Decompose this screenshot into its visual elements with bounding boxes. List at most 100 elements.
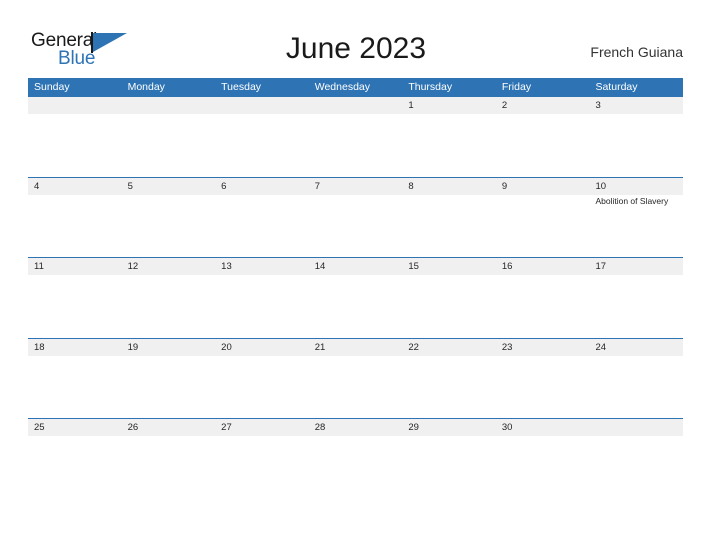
day-cell[interactable]: 12	[122, 258, 216, 275]
day-number: 10	[595, 180, 607, 192]
week-date-band: 18 19 20 21 22 23 24	[28, 338, 683, 356]
week-date-band: 25 26 27 28 29 30	[28, 419, 683, 436]
day-cell[interactable]: 23	[496, 339, 590, 356]
day-event-cell[interactable]	[215, 356, 309, 418]
day-event-cell[interactable]	[28, 356, 122, 418]
day-event-cell[interactable]	[402, 436, 496, 498]
calendar-week-row: 11 12 13 14 15 16 17	[28, 258, 683, 339]
day-cell[interactable]: 19	[122, 339, 216, 356]
day-event-cell[interactable]	[122, 275, 216, 337]
calendar-week-row: 4 5 6 7 8 9 10 Abolition of Slavery	[28, 177, 683, 258]
day-event-cell[interactable]	[496, 356, 590, 418]
day-cell[interactable]	[309, 97, 403, 114]
day-number: 1	[408, 100, 414, 111]
day-event-cell[interactable]	[122, 436, 216, 498]
day-event-cell[interactable]	[309, 275, 403, 337]
day-cell[interactable]	[215, 97, 309, 114]
day-cell[interactable]: 1	[402, 97, 496, 114]
day-cell[interactable]: 3	[589, 97, 683, 114]
day-event-cell[interactable]	[122, 114, 216, 176]
day-cell[interactable]: 30	[496, 419, 590, 436]
day-number: 28	[314, 422, 326, 433]
day-number: 8	[408, 180, 414, 192]
day-cell[interactable]	[589, 419, 683, 436]
day-cell[interactable]: 11	[28, 258, 122, 275]
day-cell[interactable]: 28	[309, 419, 403, 436]
day-cell[interactable]: 15	[402, 258, 496, 275]
day-cell[interactable]: 29	[402, 419, 496, 436]
day-event-cell[interactable]	[309, 436, 403, 498]
day-event-cell-holiday[interactable]: Abolition of Slavery	[589, 195, 683, 257]
day-event-cell[interactable]	[122, 195, 216, 257]
day-number: 7	[314, 180, 321, 192]
day-cell[interactable]: 13	[215, 258, 309, 275]
day-number: 14	[314, 261, 326, 272]
day-event-cell[interactable]	[589, 356, 683, 418]
day-cell[interactable]: 5	[122, 178, 216, 195]
day-event-cell[interactable]	[122, 356, 216, 418]
day-cell[interactable]: 25	[28, 419, 122, 436]
day-cell[interactable]: 17	[589, 258, 683, 275]
day-event-cell[interactable]	[496, 275, 590, 337]
day-cell[interactable]: 2	[496, 97, 590, 114]
day-number: 19	[127, 341, 139, 353]
day-cell[interactable]: 8	[402, 178, 496, 195]
calendar-weekday-header: Sunday Monday Tuesday Wednesday Thursday…	[28, 78, 683, 97]
day-cell[interactable]: 10	[589, 178, 683, 195]
day-event-cell[interactable]	[215, 114, 309, 176]
day-event-cell[interactable]	[28, 114, 122, 176]
day-event-cell[interactable]	[589, 275, 683, 337]
day-number: 18	[34, 341, 45, 353]
week-event-layer: Abolition of Slavery	[28, 194, 683, 257]
day-cell[interactable]: 18	[28, 339, 122, 356]
day-event-cell[interactable]	[28, 195, 122, 257]
weekday-header-sunday: Sunday	[34, 81, 70, 93]
day-event-cell[interactable]	[309, 356, 403, 418]
day-cell[interactable]: 7	[309, 178, 403, 195]
day-cell[interactable]: 20	[215, 339, 309, 356]
day-event-cell[interactable]	[496, 195, 590, 257]
day-event-cell[interactable]	[215, 436, 309, 498]
day-event-cell[interactable]	[402, 275, 496, 337]
day-cell[interactable]: 21	[309, 339, 403, 356]
day-cell[interactable]: 27	[215, 419, 309, 436]
day-number: 20	[221, 341, 232, 353]
day-event-cell[interactable]	[309, 195, 403, 257]
day-event-cell[interactable]	[215, 195, 309, 257]
day-number: 2	[501, 100, 508, 111]
day-cell[interactable]: 9	[496, 178, 590, 195]
day-event-cell[interactable]	[496, 114, 590, 176]
weekday-header-friday: Friday	[501, 81, 532, 93]
day-number: 13	[221, 261, 232, 272]
day-event-cell[interactable]	[402, 356, 496, 418]
day-event-cell[interactable]	[309, 114, 403, 176]
day-event-cell[interactable]	[28, 275, 122, 337]
day-event-cell[interactable]	[402, 195, 496, 257]
day-cell[interactable]	[28, 97, 122, 114]
location-label: French Guiana	[590, 44, 683, 60]
day-cell[interactable]: 24	[589, 339, 683, 356]
day-event-cell[interactable]	[215, 275, 309, 337]
day-event-cell[interactable]	[589, 436, 683, 498]
day-event-cell[interactable]	[496, 436, 590, 498]
day-cell[interactable]: 26	[122, 419, 216, 436]
day-number: 27	[221, 422, 232, 433]
day-number: 21	[314, 341, 326, 353]
weekday-header-tuesday: Tuesday	[221, 81, 262, 93]
week-date-band: 4 5 6 7 8 9 10	[28, 177, 683, 195]
weekday-header-monday: Monday	[127, 81, 165, 93]
day-event-cell[interactable]	[28, 436, 122, 498]
weekday-header-wednesday: Wednesday	[314, 81, 370, 93]
day-cell[interactable]: 4	[28, 178, 122, 195]
day-cell[interactable]	[122, 97, 216, 114]
day-number: 26	[127, 422, 139, 433]
day-cell[interactable]: 16	[496, 258, 590, 275]
day-number: 25	[34, 422, 45, 433]
week-event-layer	[28, 436, 683, 498]
day-cell[interactable]: 14	[309, 258, 403, 275]
day-number: 11	[34, 261, 44, 272]
day-event-cell[interactable]	[589, 114, 683, 176]
day-cell[interactable]: 6	[215, 178, 309, 195]
day-event-cell[interactable]	[402, 114, 496, 176]
day-cell[interactable]: 22	[402, 339, 496, 356]
